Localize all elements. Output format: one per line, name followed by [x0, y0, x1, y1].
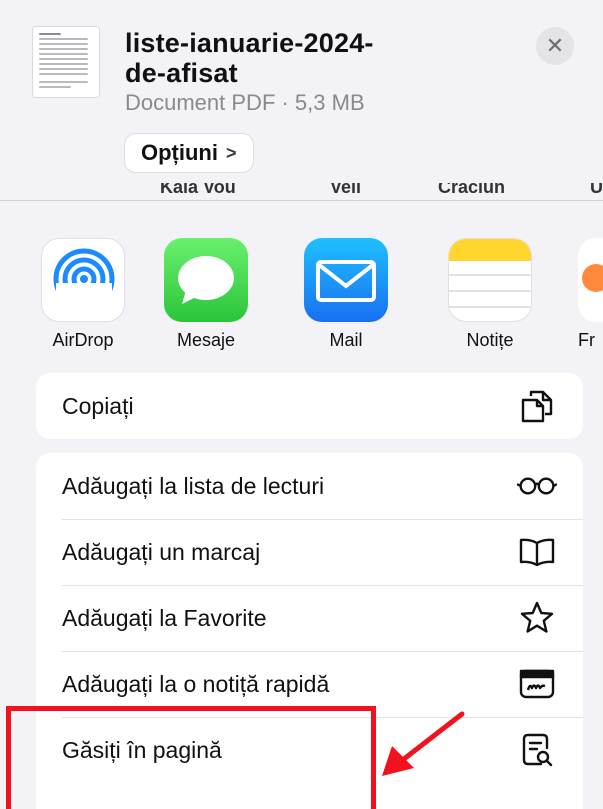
- app-mesaje[interactable]: Mesaje: [156, 238, 256, 351]
- action-favorites[interactable]: Adăugați la Favorite: [36, 585, 583, 651]
- freeform-icon: [578, 238, 603, 322]
- glasses-icon: [517, 466, 557, 506]
- contact-name[interactable]: Craciun: [438, 183, 505, 198]
- actions-group-primary: Copiați: [36, 373, 583, 439]
- mail-icon: [304, 238, 388, 322]
- copy-icon: [517, 386, 557, 426]
- app-mail[interactable]: Mail: [296, 238, 396, 351]
- action-find-in-page[interactable]: Găsiți în pagină: [36, 717, 583, 783]
- airdrop-icon: [41, 238, 125, 322]
- options-label: Opțiuni: [141, 140, 218, 165]
- chevron-right-icon: >: [225, 142, 237, 163]
- action-reading-list[interactable]: Adăugați la lista de lecturi: [36, 453, 583, 519]
- app-label: Mesaje: [176, 330, 236, 350]
- app-label: Fr: [578, 330, 595, 350]
- options-button[interactable]: Opțiuni >: [124, 133, 254, 173]
- find-in-page-icon: [517, 730, 557, 770]
- action-label: Adăugați la Favorite: [62, 604, 267, 631]
- apps-row: AirDrop Mesaje Mail Notițe Fr: [0, 238, 603, 351]
- contact-name[interactable]: U: [590, 183, 603, 198]
- action-quick-note[interactable]: Adăugați la o notiță rapidă: [36, 651, 583, 717]
- action-label: Adăugați la lista de lecturi: [62, 472, 325, 499]
- messages-icon: [164, 238, 248, 322]
- app-label: Mail: [329, 330, 363, 350]
- close-icon: ✕: [545, 33, 565, 58]
- share-sheet: liste-ianuarie-2024- de-afisat Document …: [0, 0, 603, 809]
- header-divider: [0, 200, 603, 201]
- close-button[interactable]: ✕: [536, 27, 574, 65]
- document-meta: Document PDF · 5,3 MB: [125, 90, 365, 115]
- star-icon: [517, 598, 557, 638]
- actions-group-secondary: Adăugați la lista de lecturi Adăugați un…: [36, 453, 583, 809]
- book-icon: [517, 532, 557, 572]
- contact-name[interactable]: Veli: [330, 183, 361, 198]
- contact-name[interactable]: Kaia Vou: [160, 183, 236, 198]
- app-notite[interactable]: Notițe: [440, 238, 540, 351]
- app-label: AirDrop: [52, 330, 114, 350]
- action-label: Găsiți în pagină: [62, 736, 222, 763]
- share-header: liste-ianuarie-2024- de-afisat Document …: [0, 0, 603, 195]
- action-label: Copiați: [62, 392, 134, 419]
- action-label: Adăugați la o notiță rapidă: [62, 670, 330, 697]
- quick-note-icon: [517, 664, 557, 704]
- document-title: liste-ianuarie-2024- de-afisat: [125, 28, 374, 88]
- action-copy[interactable]: Copiați: [36, 373, 583, 439]
- app-label: Notițe: [466, 330, 514, 350]
- app-airdrop[interactable]: AirDrop: [33, 238, 133, 351]
- action-label: Adăugați un marcaj: [62, 538, 261, 565]
- app-freeform[interactable]: Fr: [578, 238, 603, 351]
- action-bookmark[interactable]: Adăugați un marcaj: [36, 519, 583, 585]
- contacts-row: Kaia Vou Veli Craciun U: [0, 183, 603, 200]
- notes-icon: [448, 238, 532, 322]
- document-thumbnail: [32, 26, 100, 98]
